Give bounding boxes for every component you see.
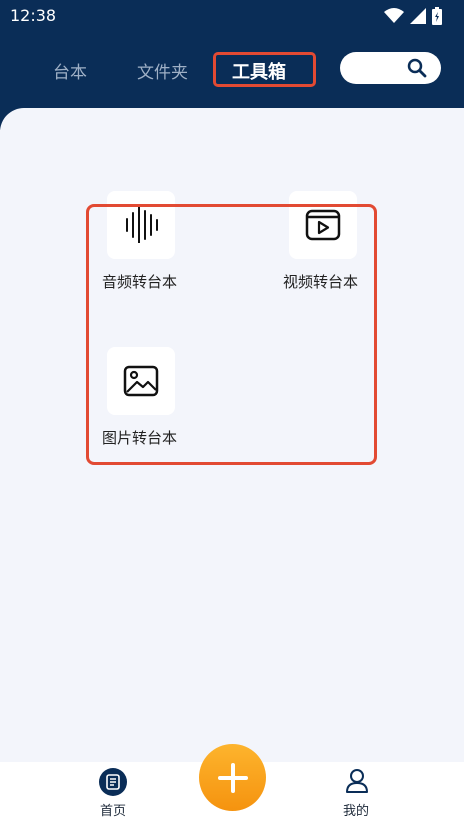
home-nav-item[interactable]: [99, 768, 127, 796]
search-button[interactable]: [340, 52, 441, 84]
mine-nav-label[interactable]: 我的: [343, 800, 369, 819]
status-icons: [384, 6, 442, 26]
tab-scripts[interactable]: 台本: [53, 58, 87, 83]
tools-highlight-box: [86, 204, 377, 465]
status-bar: 12:38: [0, 0, 464, 32]
user-profile-icon: [346, 769, 368, 793]
wifi-icon: [384, 8, 404, 23]
home-nav-label[interactable]: 首页: [100, 800, 126, 819]
status-time: 12:38: [10, 6, 57, 25]
mine-nav-item[interactable]: [344, 768, 370, 796]
signal-icon: [410, 8, 426, 24]
toolbox-tab-highlight: [213, 52, 316, 87]
plus-icon: [217, 762, 248, 793]
search-icon: [407, 58, 427, 78]
battery-charging-icon: [432, 7, 442, 25]
toolbox-content: 音频转台本 视频转台本 图片转台本: [0, 108, 464, 762]
tab-folders[interactable]: 文件夹: [137, 58, 188, 83]
home-document-icon: [106, 774, 120, 790]
add-button[interactable]: [199, 744, 266, 811]
